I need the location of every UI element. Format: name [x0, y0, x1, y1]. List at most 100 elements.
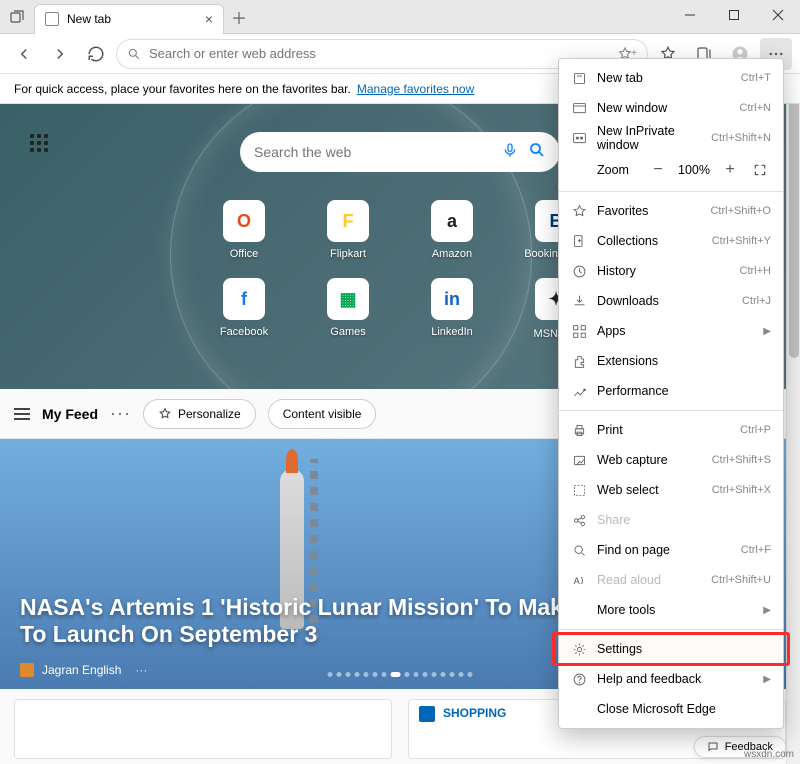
menu-item-performance[interactable]: Performance [559, 376, 783, 406]
window-titlebar: New tab × ＋ [0, 0, 800, 34]
minimize-button[interactable] [668, 0, 712, 30]
tile-label: Office [230, 248, 259, 260]
share-icon [571, 512, 587, 528]
menu-item-share: Share [559, 505, 783, 535]
menu-item-web-capture[interactable]: Web capture Ctrl+Shift+S [559, 445, 783, 475]
menu-item-label: Collections [597, 234, 702, 248]
tile-icon: O [223, 200, 265, 242]
search-icon [127, 47, 141, 61]
vertical-scrollbar[interactable] [786, 74, 800, 764]
watermark-text: wsxdn.com [744, 749, 794, 760]
tile-label: Flipkart [330, 248, 366, 260]
tile-icon: F [327, 200, 369, 242]
menu-item-label: Close Microsoft Edge [597, 702, 771, 716]
menu-item-more-tools[interactable]: More tools ▶ [559, 595, 783, 625]
menu-item-label: Extensions [597, 354, 771, 368]
menu-item-print[interactable]: PrintCtrl+P [559, 415, 783, 445]
menu-shortcut: Ctrl+Shift+S [712, 454, 771, 466]
menu-item-find-on-page[interactable]: Find on pageCtrl+F [559, 535, 783, 565]
collect-icon [571, 233, 587, 249]
back-button[interactable] [8, 38, 40, 70]
menu-item-settings[interactable]: Settings [559, 634, 783, 664]
menu-item-label: Performance [597, 384, 771, 398]
source-label: Jagran English [42, 663, 121, 677]
blank-icon [571, 701, 587, 717]
menu-item-apps[interactable]: Apps▶ [559, 316, 783, 346]
page-icon [45, 12, 59, 26]
find-icon [571, 542, 587, 558]
menu-item-web-select[interactable]: Web selectCtrl+Shift+X [559, 475, 783, 505]
manage-favorites-link[interactable]: Manage favorites now [357, 82, 474, 96]
menu-item-close-microsoft-edge[interactable]: Close Microsoft Edge [559, 694, 783, 724]
zoom-in-button[interactable]: + [719, 159, 741, 181]
select-icon [571, 482, 587, 498]
mic-icon[interactable] [502, 142, 518, 163]
menu-item-label: Print [597, 423, 730, 437]
tile-label: Amazon [432, 248, 472, 260]
web-search-input[interactable] [254, 144, 492, 160]
history-icon [571, 263, 587, 279]
promo-card[interactable] [14, 699, 392, 759]
menu-item-downloads[interactable]: DownloadsCtrl+J [559, 286, 783, 316]
tile-office[interactable]: O Office [204, 200, 284, 260]
menu-item-label: More tools [597, 603, 753, 617]
tab-actions-icon[interactable] [0, 9, 34, 25]
close-window-button[interactable] [756, 0, 800, 30]
menu-item-read-aloud: ARead aloudCtrl+Shift+U [559, 565, 783, 595]
zoom-out-button[interactable]: − [647, 159, 669, 181]
menu-item-label: Find on page [597, 543, 731, 557]
scrollbar-thumb[interactable] [789, 78, 799, 358]
fullscreen-button[interactable] [749, 159, 771, 181]
menu-item-label: Web capture [597, 453, 702, 467]
feed-menu-icon[interactable] [14, 408, 30, 420]
browser-tab[interactable]: New tab × [34, 4, 224, 34]
menu-item-new-inprivate-window[interactable]: New InPrivate windowCtrl+Shift+N [559, 123, 783, 153]
feedback-icon [707, 741, 719, 753]
menu-shortcut: Ctrl+Shift+X [712, 484, 771, 496]
tile-facebook[interactable]: fFacebook [204, 278, 284, 341]
menu-item-new-window[interactable]: New windowCtrl+N [559, 93, 783, 123]
tile-amazon[interactable]: aAmazon [412, 200, 492, 260]
tile-games[interactable]: ▦Games [308, 278, 388, 341]
menu-item-label: Share [597, 513, 771, 527]
forward-button[interactable] [44, 38, 76, 70]
menu-item-new-tab[interactable]: New tabCtrl+T [559, 63, 783, 93]
menu-item-favorites[interactable]: FavoritesCtrl+Shift+O [559, 196, 783, 226]
new-tab-button[interactable]: ＋ [224, 2, 254, 32]
maximize-button[interactable] [712, 0, 756, 30]
menu-item-label: Favorites [597, 204, 700, 218]
menu-item-help-and-feedback[interactable]: Help and feedback▶ [559, 664, 783, 694]
menu-shortcut: Ctrl+J [742, 295, 771, 307]
shopping-label: SHOPPING [443, 706, 506, 720]
source-icon [20, 663, 34, 677]
personalize-label: Personalize [178, 407, 241, 421]
menu-item-extensions[interactable]: Extensions [559, 346, 783, 376]
web-search-box[interactable] [240, 132, 560, 172]
shopping-icon [419, 706, 435, 722]
apps-launcher-icon[interactable] [30, 134, 54, 158]
menu-item-history[interactable]: HistoryCtrl+H [559, 256, 783, 286]
download-icon [571, 293, 587, 309]
help-icon [571, 671, 587, 687]
address-input[interactable] [149, 46, 609, 61]
menu-item-label: Help and feedback [597, 672, 753, 686]
menu-zoom-row: Zoom−100%+ [559, 153, 783, 187]
article-source: Jagran English ··· [20, 663, 147, 677]
close-tab-icon[interactable]: × [205, 11, 213, 27]
chevron-right-icon: ▶ [763, 605, 771, 616]
personalize-chip[interactable]: Personalize [143, 399, 256, 429]
tile-linkedin[interactable]: inLinkedIn [412, 278, 492, 341]
search-submit-icon[interactable] [528, 141, 546, 164]
more-menu: New tabCtrl+TNew windowCtrl+NNew InPriva… [558, 58, 784, 729]
refresh-button[interactable] [80, 38, 112, 70]
menu-item-collections[interactable]: CollectionsCtrl+Shift+Y [559, 226, 783, 256]
carousel-dots[interactable] [328, 672, 473, 677]
print-icon [571, 422, 587, 438]
tile-label: Games [330, 326, 365, 338]
menu-shortcut: Ctrl+N [740, 102, 771, 114]
menu-separator [559, 629, 783, 630]
apps-icon [571, 323, 587, 339]
tile-icon: f [223, 278, 265, 320]
tile-flipkart[interactable]: F Flipkart [308, 200, 388, 260]
feed-more-icon[interactable]: ··· [110, 403, 131, 424]
